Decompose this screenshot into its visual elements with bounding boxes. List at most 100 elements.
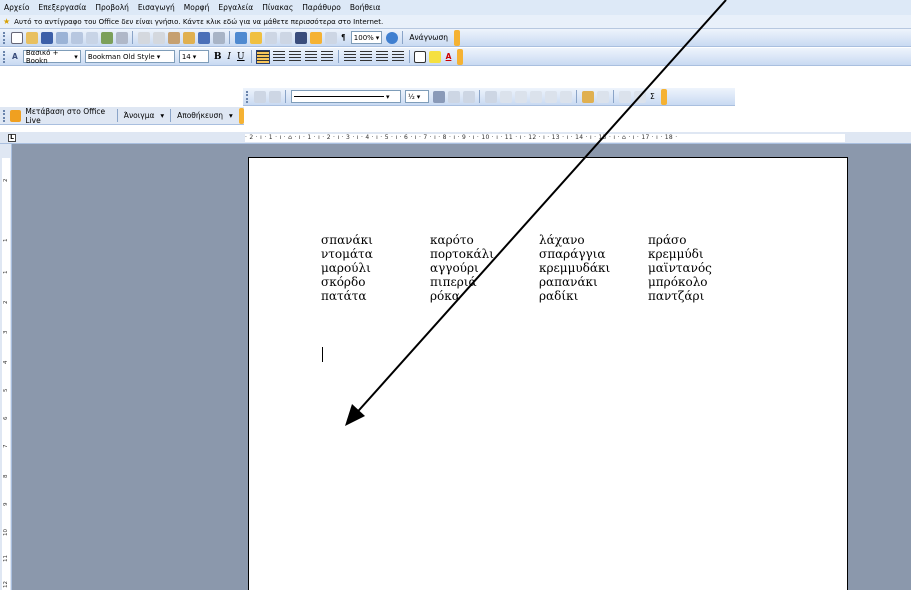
word-cell[interactable]: αγγούρι xyxy=(430,261,539,275)
italic-button[interactable]: I xyxy=(227,52,231,62)
columns-icon[interactable] xyxy=(294,31,307,44)
menu-help[interactable]: Βοήθεια xyxy=(350,3,381,12)
toolbar-grip[interactable] xyxy=(3,109,6,122)
highlight-icon[interactable] xyxy=(429,50,442,63)
menu-view[interactable]: Προβολή xyxy=(95,3,129,12)
word-cell[interactable]: ραπανάκι xyxy=(539,275,648,289)
show-hide-icon[interactable]: ¶ xyxy=(341,33,346,42)
cut-icon[interactable] xyxy=(137,31,150,44)
word-cell[interactable]: παντζάρι xyxy=(648,289,757,303)
line-style-select[interactable] xyxy=(291,90,401,103)
document-page[interactable]: σπανάκι καρότο λάχανο πράσο ντομάτα πορτ… xyxy=(248,157,848,590)
undo-icon[interactable] xyxy=(197,31,210,44)
font-size-select[interactable]: 14 xyxy=(178,50,209,63)
word-cell[interactable]: ντομάτα xyxy=(321,247,430,261)
font-select[interactable]: Bookman Old Style xyxy=(84,50,175,63)
word-cell[interactable]: πορτοκάλι xyxy=(430,247,539,261)
increase-indent-button[interactable] xyxy=(391,50,404,63)
research-icon[interactable] xyxy=(115,31,128,44)
menu-tools[interactable]: Εργαλεία xyxy=(218,3,253,12)
toolbar-grip[interactable] xyxy=(246,90,249,103)
infobar-message[interactable]: Αυτό το αντίγραφο του Office δεν είναι γ… xyxy=(14,18,383,26)
bold-button[interactable]: B xyxy=(214,52,222,62)
shading-color-icon[interactable] xyxy=(462,90,475,103)
word-cell[interactable]: ραδίκι xyxy=(539,289,648,303)
draw-table-icon[interactable] xyxy=(253,90,266,103)
horizontal-ruler[interactable]: L · 2 · ı · 1 · ı · ⌂ · ı · 1 · ı · 2 · … xyxy=(0,132,911,144)
goto-office-live-button[interactable]: Μετάβαση στο Office Live xyxy=(25,107,110,125)
toolbar-options-icon[interactable] xyxy=(454,29,460,46)
paste-icon[interactable] xyxy=(167,31,180,44)
permission-icon[interactable] xyxy=(55,31,68,44)
open-folder-icon[interactable] xyxy=(25,31,38,44)
autosum-icon[interactable]: Σ xyxy=(650,92,655,101)
word-cell[interactable]: μαρούλι xyxy=(321,261,430,275)
copy-icon[interactable] xyxy=(152,31,165,44)
help-icon[interactable] xyxy=(385,31,398,44)
vertical-ruler[interactable]: 2 1 1 2 3 4 5 6 7 8 9 10 11 12 xyxy=(0,144,12,590)
numbering-button[interactable] xyxy=(343,50,356,63)
word-cell[interactable]: σπαράγγια xyxy=(539,247,648,261)
font-color-icon[interactable]: A xyxy=(446,52,452,61)
split-cells-icon[interactable] xyxy=(514,90,527,103)
toolbar-grip[interactable] xyxy=(3,50,6,63)
format-painter-icon[interactable] xyxy=(182,31,195,44)
word-cell[interactable]: λάχανο xyxy=(539,233,648,247)
menu-table[interactable]: Πίνακας xyxy=(262,3,293,12)
drawing-icon[interactable] xyxy=(309,31,322,44)
toolbar-options-icon[interactable] xyxy=(238,107,244,124)
distribute-rows-icon[interactable] xyxy=(544,90,557,103)
word-cell[interactable]: κρεμμύδι xyxy=(648,247,757,261)
toolbar-grip[interactable] xyxy=(3,31,6,44)
word-cell[interactable]: ρόκα xyxy=(430,289,539,303)
insert-table-icon[interactable] xyxy=(484,90,497,103)
style-select[interactable]: Βασικό + Bookn xyxy=(22,49,81,65)
underline-button[interactable]: U xyxy=(237,52,245,62)
toolbar-options-icon[interactable] xyxy=(457,48,464,65)
decrease-indent-button[interactable] xyxy=(375,50,388,63)
tab-selector[interactable]: L xyxy=(8,134,16,142)
menu-insert[interactable]: Εισαγωγή xyxy=(138,3,175,12)
word-cell[interactable]: μπρόκολο xyxy=(648,275,757,289)
word-cell[interactable]: κρεμμυδάκι xyxy=(539,261,648,275)
border-icon[interactable] xyxy=(414,50,427,63)
new-document-icon[interactable] xyxy=(10,31,23,44)
word-cell[interactable]: πατάτα xyxy=(321,289,430,303)
styles-pane-icon[interactable]: A xyxy=(12,52,18,61)
word-cell[interactable]: καρότο xyxy=(430,233,539,247)
distribute-columns-icon[interactable] xyxy=(559,90,572,103)
menu-edit[interactable]: Επεξεργασία xyxy=(38,3,86,12)
spelling-icon[interactable] xyxy=(100,31,113,44)
zoom-select[interactable]: 100% xyxy=(350,31,383,44)
align-right-button[interactable] xyxy=(288,50,301,63)
hyperlink-icon[interactable] xyxy=(234,31,247,44)
word-cell[interactable]: μαϊντανός xyxy=(648,261,757,275)
insert-excel-icon[interactable] xyxy=(279,31,292,44)
save-icon[interactable] xyxy=(40,31,53,44)
vegetable-word-list[interactable]: σπανάκι καρότο λάχανο πράσο ντομάτα πορτ… xyxy=(321,233,757,303)
align-left-button[interactable] xyxy=(255,49,270,64)
merge-cells-icon[interactable] xyxy=(499,90,512,103)
justify-button[interactable] xyxy=(304,50,317,63)
line-weight-select[interactable]: ½ xyxy=(405,90,429,103)
menu-file[interactable]: Αρχείο xyxy=(4,3,29,12)
border-color-icon[interactable] xyxy=(432,90,445,103)
genuine-office-infobar[interactable]: ★ Αυτό το αντίγραφο του Office δεν είναι… xyxy=(0,15,911,29)
outside-border-icon[interactable] xyxy=(447,90,460,103)
document-map-icon[interactable] xyxy=(324,31,337,44)
bullets-button[interactable] xyxy=(359,50,372,63)
text-direction-icon[interactable] xyxy=(596,90,609,103)
tables-borders-icon[interactable] xyxy=(249,31,262,44)
print-preview-icon[interactable] xyxy=(85,31,98,44)
word-cell[interactable]: σκόρδο xyxy=(321,275,430,289)
read-button[interactable]: Ανάγνωση xyxy=(409,33,448,42)
save-button[interactable]: Αποθήκευση xyxy=(177,111,223,120)
redo-icon[interactable] xyxy=(212,31,225,44)
chevron-down-icon[interactable]: ▾ xyxy=(229,111,233,120)
menu-format[interactable]: Μορφή xyxy=(184,3,210,12)
open-button[interactable]: Άνοιγμα xyxy=(124,111,155,120)
sort-ascending-icon[interactable] xyxy=(618,90,631,103)
word-cell[interactable]: σπανάκι xyxy=(321,233,430,247)
sort-descending-icon[interactable] xyxy=(633,90,646,103)
eraser-icon[interactable] xyxy=(268,90,281,103)
